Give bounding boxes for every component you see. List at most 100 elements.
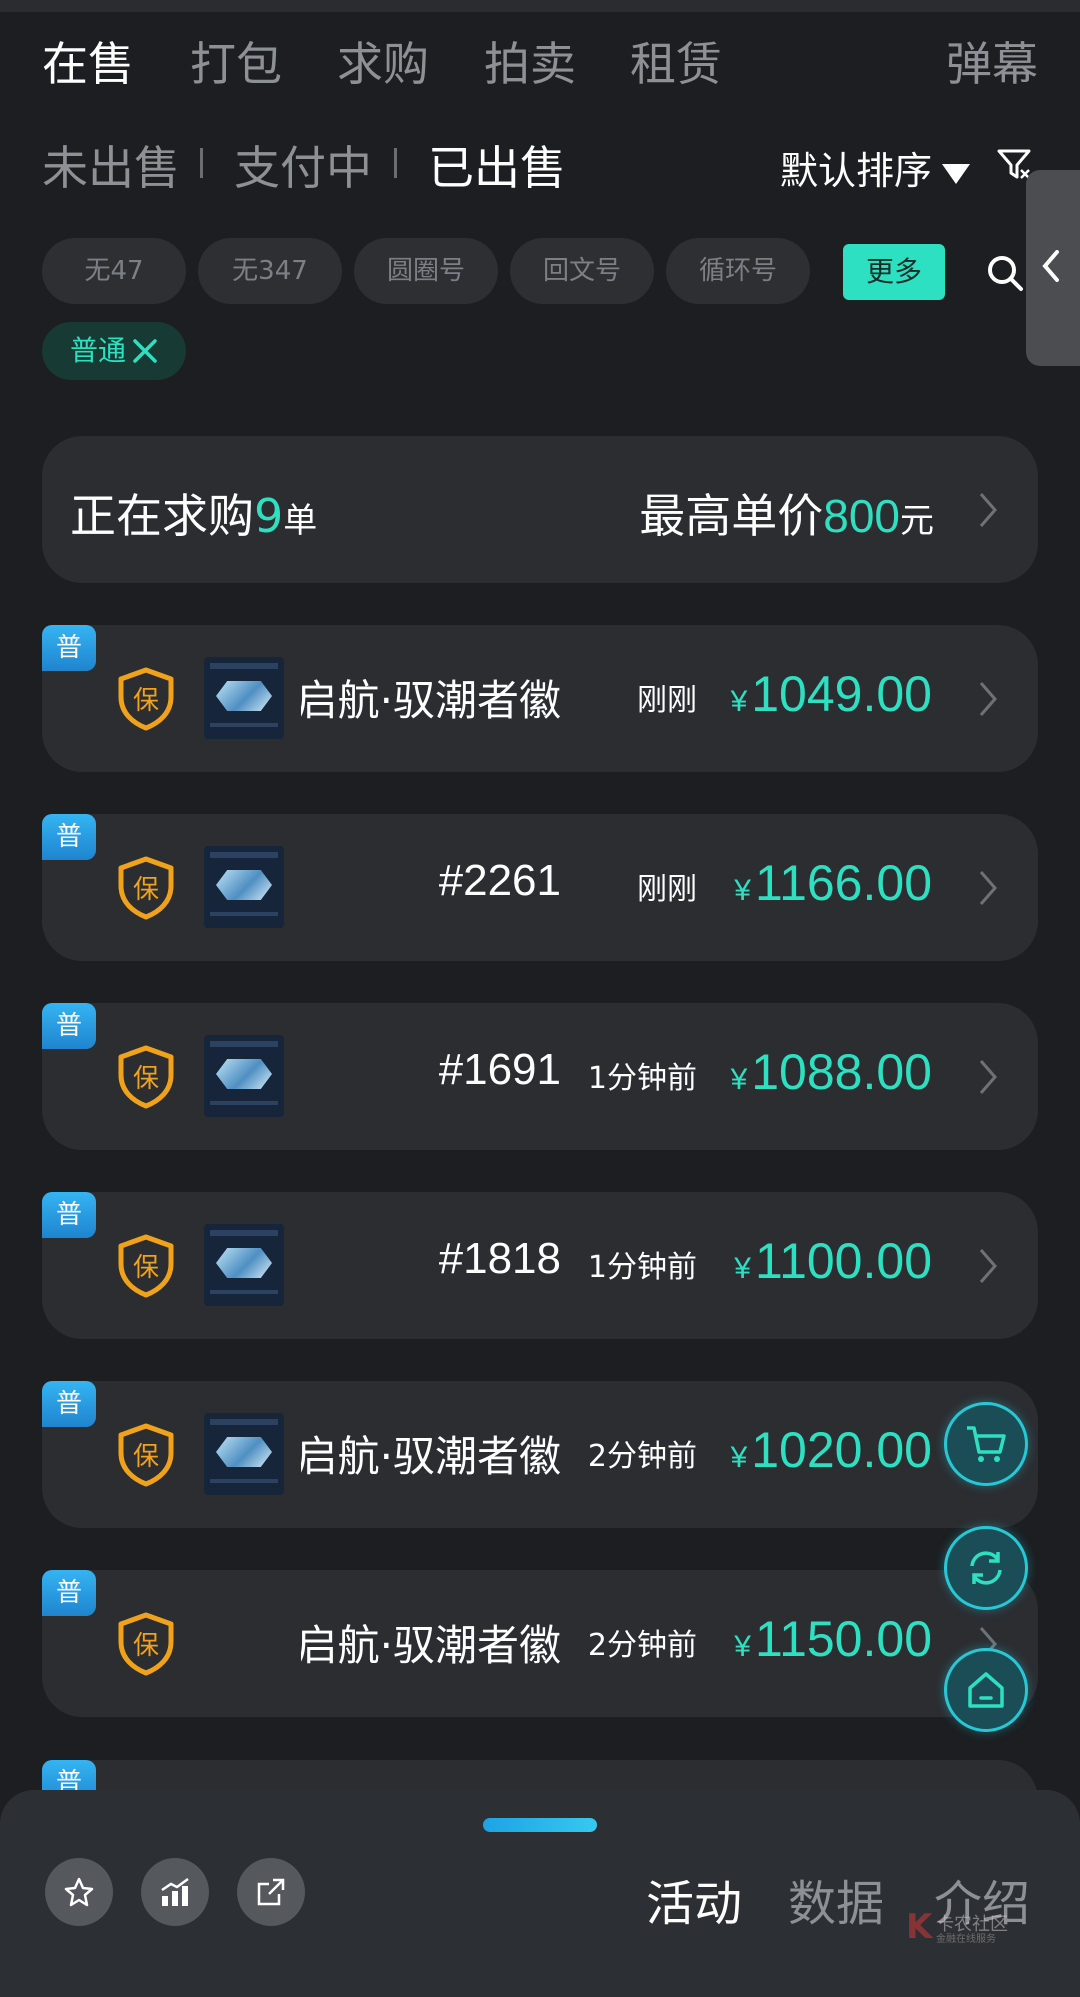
want-max-price: 最高单价800元 [639, 489, 934, 543]
item-time: 2分钟前 [587, 1439, 697, 1474]
chevron-right-icon [979, 1060, 997, 1094]
sort-label: 默认排序 [780, 149, 933, 193]
item-time: 刚刚 [637, 683, 697, 718]
item-time: 1分钟前 [587, 1061, 697, 1096]
sort-dropdown[interactable]: 默认排序 [780, 140, 971, 195]
want-to-buy-summary[interactable]: 正在求购9单 最高单价800元 [42, 436, 1038, 583]
item-price: ¥1020.00 [730, 1422, 932, 1478]
item-thumbnail [204, 1224, 284, 1306]
tab-auction[interactable]: 拍卖 [484, 28, 576, 94]
sheet-drag-handle[interactable] [483, 1818, 597, 1832]
chevron-left-icon [1042, 250, 1059, 282]
divider [394, 148, 397, 178]
refresh-icon [970, 1551, 1002, 1585]
item-time: 1分钟前 [587, 1250, 697, 1285]
side-drawer-handle[interactable] [1026, 170, 1080, 366]
tab-bundle[interactable]: 打包 [190, 28, 282, 94]
tab-on-sale[interactable]: 在售 [42, 28, 134, 94]
tab-rent[interactable]: 租赁 [630, 28, 722, 94]
item-name: 启航·驭潮者徽 [301, 1432, 561, 1481]
shield-icon: 保 [118, 856, 174, 920]
normal-badge: 普 [42, 1570, 96, 1616]
top-tabs: 在售 打包 求购 拍卖 租赁 [42, 28, 1042, 100]
normal-badge: 普 [42, 814, 96, 860]
item-thumbnail [204, 657, 284, 739]
item-name: #1818 [438, 1234, 561, 1283]
watermark-logo: K 卡农社区 金融在线服务 [906, 1907, 1008, 1947]
normal-badge: 普 [42, 1192, 96, 1238]
search-icon[interactable] [986, 254, 1024, 292]
chip-no47[interactable]: 无47 [42, 238, 186, 304]
item-time: 2分钟前 [587, 1628, 697, 1663]
chip-no347[interactable]: 无347 [198, 238, 342, 304]
listing-row[interactable]: 普保 #2261 刚刚 ¥1166.00 [42, 814, 1038, 961]
listing-row[interactable]: 普保 启航·驭潮者徽 2分钟前 ¥1020.00 [42, 1381, 1038, 1528]
tab-data[interactable]: 数据 [788, 1864, 884, 1934]
more-filters-button[interactable]: 更多 [843, 244, 945, 300]
item-thumbnail [204, 1413, 284, 1495]
shield-icon: 保 [118, 1045, 174, 1109]
share-button[interactable] [237, 1858, 305, 1926]
chip-circle-number[interactable]: 圆圈号 [354, 238, 498, 304]
chip-cycle-number[interactable]: 循环号 [666, 238, 810, 304]
share-icon [257, 1878, 285, 1906]
listing-row[interactable]: 普保 #1818 1分钟前 ¥1100.00 [42, 1192, 1038, 1339]
shield-label: 保 [133, 875, 159, 905]
item-price: ¥1049.00 [730, 666, 932, 722]
item-name: #1691 [438, 1045, 561, 1094]
danmu-toggle[interactable]: 弹幕 [946, 28, 1038, 94]
subtab-sold[interactable]: 已出售 [428, 132, 566, 198]
item-price: ¥1166.00 [734, 855, 932, 911]
normal-badge: 普 [42, 1003, 96, 1049]
subtab-paying[interactable]: 支付中 [234, 132, 372, 198]
shield-label: 保 [133, 1631, 159, 1661]
refresh-button[interactable] [944, 1526, 1028, 1610]
chevron-right-icon [979, 1249, 997, 1283]
divider [200, 148, 203, 178]
chip-palindrome[interactable]: 回文号 [510, 238, 654, 304]
chevron-right-icon [979, 871, 997, 905]
want-count: 正在求购9单 [70, 489, 318, 543]
item-time: 刚刚 [637, 872, 697, 907]
caret-down-icon [942, 163, 971, 184]
shield-label: 保 [133, 686, 159, 716]
item-name: #2261 [438, 856, 561, 905]
item-price: ¥1100.00 [734, 1233, 932, 1289]
item-thumbnail [204, 846, 284, 928]
item-name: 启航·驭潮者徽 [301, 1621, 561, 1670]
tab-activity[interactable]: 活动 [646, 1864, 742, 1934]
shield-label: 保 [133, 1064, 159, 1094]
shield-icon: 保 [118, 1234, 174, 1298]
item-price: ¥1088.00 [730, 1044, 932, 1100]
subtab-unsold[interactable]: 未出售 [42, 132, 180, 198]
chart-icon [161, 1877, 189, 1906]
favorite-button[interactable] [45, 1858, 113, 1926]
active-filter-label: 普通 [70, 334, 127, 367]
active-filter-chip[interactable]: 普通 [42, 322, 186, 380]
cart-button[interactable] [944, 1402, 1028, 1486]
bottom-sheet: 活动 数据 介绍 K 卡农社区 金融在线服务 [0, 1790, 1080, 1997]
normal-badge: 普 [42, 625, 96, 671]
listing-row[interactable]: 普保 启航·驭潮者徽 2分钟前 ¥1150.00 [42, 1570, 1038, 1717]
item-price: ¥1150.00 [734, 1611, 932, 1667]
shield-icon: 保 [118, 1612, 174, 1676]
chevron-right-icon [979, 493, 997, 527]
chart-button[interactable] [141, 1858, 209, 1926]
cart-icon [967, 1426, 1006, 1462]
chevron-right-icon [979, 682, 997, 716]
home-icon [968, 1672, 1004, 1708]
listing-row[interactable]: 普保 #1691 1分钟前 ¥1088.00 [42, 1003, 1038, 1150]
normal-badge: 普 [42, 1381, 96, 1427]
item-name: 启航·驭潮者徽 [301, 676, 561, 725]
shield-icon: 保 [118, 1423, 174, 1487]
shield-label: 保 [133, 1442, 159, 1472]
close-icon[interactable] [130, 336, 160, 366]
item-thumbnail [204, 1035, 284, 1117]
star-icon [64, 1877, 94, 1907]
shield-label: 保 [133, 1253, 159, 1283]
listing-row[interactable]: 普保 启航·驭潮者徽 刚刚 ¥1049.00 [42, 625, 1038, 772]
home-button[interactable] [944, 1648, 1028, 1732]
tab-want[interactable]: 求购 [337, 28, 429, 94]
shield-icon: 保 [118, 667, 174, 731]
status-strip [0, 0, 1080, 12]
